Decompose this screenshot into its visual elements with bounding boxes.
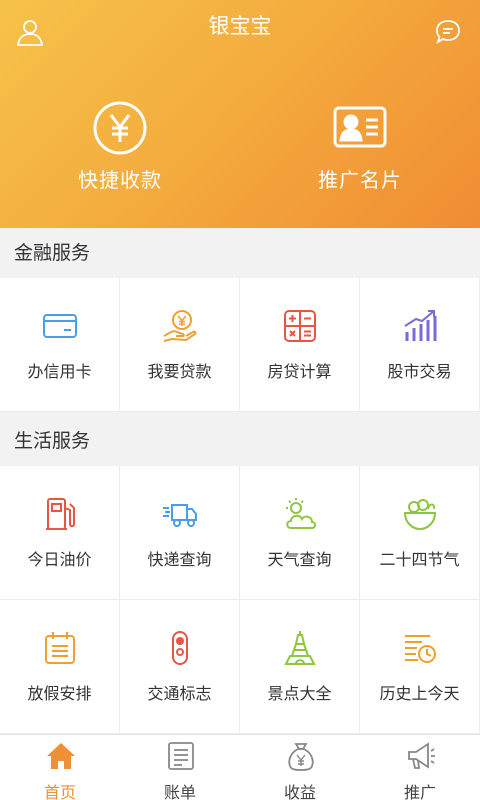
history-today-item[interactable]: 历史上今天: [360, 600, 480, 734]
quick-collect-button[interactable]: 快捷收款: [20, 100, 220, 193]
finance-grid: 办信用卡 我要贷款 房贷计算 股市交易: [0, 278, 480, 412]
scenic-spots-label: 景点大全: [267, 684, 332, 703]
weather-query-item[interactable]: 天气查询: [240, 466, 360, 600]
app-title: 银宝宝: [208, 14, 272, 38]
business-card-icon: [333, 106, 387, 148]
tab-earnings-label: 收益: [283, 783, 316, 800]
quick-collect-label: 快捷收款: [78, 168, 162, 192]
stock-trade-label: 股市交易: [387, 362, 452, 381]
gas-pump-icon: [46, 498, 75, 530]
bottom-tab-bar: 首页 账单 收益 推广: [0, 734, 480, 800]
loan-item[interactable]: 我要贷款: [120, 278, 240, 412]
calendar-icon: [45, 632, 75, 664]
tab-bill-label: 账单: [163, 783, 196, 800]
credit-card-icon: [43, 314, 77, 338]
finance-section-title: 金融服务: [0, 228, 480, 278]
scenic-spots-item[interactable]: 景点大全: [240, 600, 360, 734]
tab-earnings[interactable]: 收益: [240, 735, 360, 800]
yen-circle-icon: [93, 101, 147, 155]
mortgage-calc-label: 房贷计算: [267, 362, 332, 381]
stock-trade-item[interactable]: 股市交易: [360, 278, 480, 412]
loan-label: 我要贷款: [147, 362, 212, 381]
solar-terms-item[interactable]: 二十四节气: [360, 466, 480, 600]
tab-promote[interactable]: 推广: [360, 735, 480, 800]
stock-chart-icon: [404, 310, 437, 341]
express-query-label: 快递查询: [147, 550, 212, 569]
promo-card-button[interactable]: 推广名片: [260, 100, 460, 193]
express-query-item[interactable]: 快递查询: [120, 466, 240, 600]
megaphone-icon: [408, 742, 435, 769]
home-icon: [47, 743, 75, 769]
oil-price-item[interactable]: 今日油价: [0, 466, 120, 600]
tab-bill[interactable]: 账单: [120, 735, 240, 800]
traffic-signs-label: 交通标志: [147, 684, 212, 703]
tab-home[interactable]: 首页: [0, 735, 120, 800]
loan-icon: [163, 310, 197, 342]
message-icon[interactable]: [434, 18, 462, 46]
calculator-icon: [284, 310, 316, 342]
credit-card-item[interactable]: 办信用卡: [0, 278, 120, 412]
bill-icon: [168, 742, 194, 770]
oil-price-label: 今日油价: [27, 550, 92, 569]
traffic-light-icon: [172, 631, 188, 665]
tab-home-label: 首页: [43, 783, 76, 800]
delivery-truck-icon: [163, 504, 197, 527]
life-grid: 今日油价 快递查询 天气查询 二十四节气 放假安排 交通标志 景点大全 历史上今…: [0, 466, 480, 734]
history-today-label: 历史上今天: [379, 684, 460, 703]
tower-icon: [284, 631, 316, 665]
holiday-schedule-item[interactable]: 放假安排: [0, 600, 120, 734]
mortgage-calc-item[interactable]: 房贷计算: [240, 278, 360, 412]
money-bag-icon: [288, 743, 314, 771]
credit-card-label: 办信用卡: [27, 362, 92, 381]
weather-query-label: 天气查询: [267, 550, 332, 569]
history-icon: [405, 635, 436, 663]
weather-icon: [286, 498, 316, 529]
seasons-icon: [403, 499, 437, 531]
tab-promote-label: 推广: [403, 783, 436, 800]
life-section-title: 生活服务: [0, 416, 480, 466]
traffic-signs-item[interactable]: 交通标志: [120, 600, 240, 734]
solar-terms-label: 二十四节气: [379, 550, 460, 569]
holiday-schedule-label: 放假安排: [27, 684, 92, 703]
promo-card-label: 推广名片: [318, 168, 402, 192]
header-banner: 银宝宝 快捷收款 推广名片: [0, 0, 480, 228]
